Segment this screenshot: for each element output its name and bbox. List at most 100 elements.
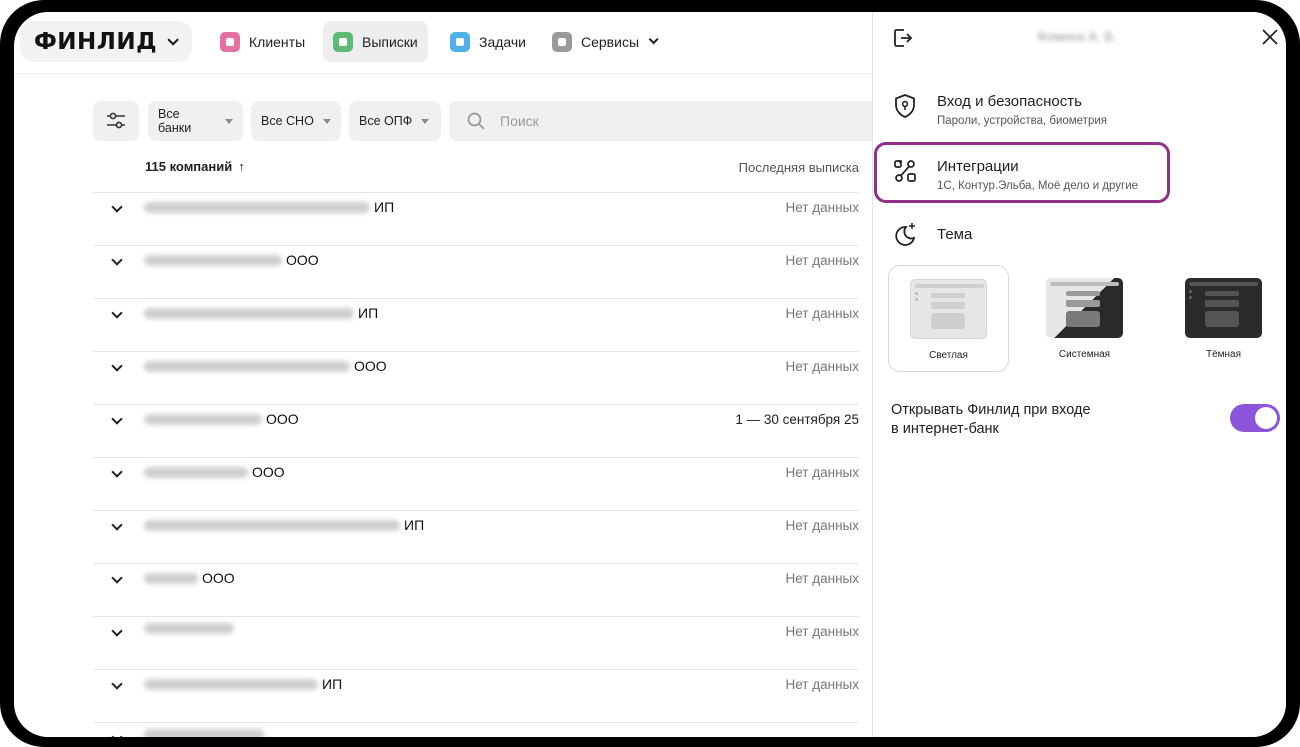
- briefcase-icon: [220, 31, 240, 52]
- chevron-down-icon[interactable]: [111, 572, 123, 584]
- user-name: Фомина А. В.: [1037, 29, 1117, 44]
- chevron-down-icon[interactable]: [111, 413, 123, 425]
- device-frame: ФИНЛИД Клиенты Выписки Задачи Сервисы Вс…: [0, 0, 1300, 747]
- table-row[interactable]: ИП Нет данных: [93, 511, 859, 564]
- last-statement-date: Нет данных: [785, 306, 860, 321]
- theme-option-dark[interactable]: Тёмная: [1163, 265, 1284, 372]
- menu-item-integrations[interactable]: Интеграции 1С, Контур.Эльба, Моё дело и …: [892, 158, 1138, 192]
- company-type: ИП: [358, 305, 379, 321]
- shield-icon: [895, 94, 915, 118]
- company-name: ООО: [144, 411, 299, 427]
- last-statement-date: Нет данных: [785, 359, 860, 374]
- company-type: ИП: [374, 199, 395, 215]
- sno-filter-dropdown[interactable]: Все СНО: [251, 101, 341, 141]
- search-input[interactable]: Поиск: [449, 101, 889, 141]
- table-row[interactable]: [93, 723, 859, 737]
- last-statement-date: Нет данных: [785, 677, 860, 692]
- chevron-down-icon[interactable]: [111, 466, 123, 478]
- dark-theme-preview: [1185, 278, 1262, 338]
- nav-item-services[interactable]: Сервисы: [542, 21, 665, 62]
- table-row[interactable]: ООО Нет данных: [93, 246, 859, 299]
- company-type: ООО: [266, 411, 299, 427]
- company-name: ИП: [144, 676, 342, 692]
- redacted-name: [144, 519, 400, 531]
- last-statement-column-header[interactable]: Последняя выписка: [739, 160, 859, 175]
- theme-option-light[interactable]: Светлая: [888, 265, 1009, 372]
- menu-item-subtitle: 1С, Контур.Эльба, Моё дело и другие: [937, 180, 1139, 192]
- opf-filter-label: Все ОПФ: [359, 114, 413, 128]
- sno-filter-label: Все СНО: [261, 114, 314, 128]
- chevron-down-icon[interactable]: [111, 625, 123, 637]
- nav-item-clients[interactable]: Клиенты: [210, 21, 315, 62]
- open-label-line-1: Открывать Финлид при входе: [891, 402, 1091, 418]
- table-row[interactable]: ООО Нет данных: [93, 352, 859, 405]
- redacted-name: [144, 678, 318, 690]
- company-type: ООО: [202, 570, 235, 586]
- theme-label: Светлая: [929, 350, 968, 361]
- chevron-down-icon[interactable]: [111, 519, 123, 531]
- caret-down-icon: [322, 118, 331, 124]
- table-row[interactable]: ООО Нет данных: [93, 458, 859, 511]
- company-name: [144, 729, 268, 737]
- last-statement-date: Нет данных: [785, 253, 860, 268]
- theme-option-system[interactable]: Системная: [1024, 265, 1145, 372]
- table-row[interactable]: ООО Нет данных: [93, 564, 859, 617]
- nav-item-label: Выписки: [362, 33, 418, 50]
- table-row[interactable]: ИП Нет данных: [93, 670, 859, 723]
- nav-item-statements[interactable]: Выписки: [323, 21, 428, 62]
- chevron-down-icon[interactable]: [111, 254, 123, 266]
- theme-section-header: Тема: [892, 221, 972, 247]
- open-on-bank-login-toggle[interactable]: [1230, 404, 1280, 432]
- filter-settings-button[interactable]: [93, 101, 139, 141]
- redacted-name: [144, 360, 350, 372]
- last-statement-date: Нет данных: [785, 571, 860, 586]
- menu-item-subtitle: Пароли, устройства, биометрия: [937, 115, 1108, 127]
- company-name: ООО: [144, 358, 387, 374]
- last-statement-date: 1 — 30 сентября 25: [735, 412, 859, 427]
- chevron-down-icon[interactable]: [111, 201, 123, 213]
- logout-icon[interactable]: [892, 27, 914, 49]
- company-type: ООО: [286, 252, 319, 268]
- search-icon: [467, 112, 485, 130]
- chevron-down-icon[interactable]: [111, 731, 123, 737]
- company-name: ООО: [144, 464, 285, 480]
- redacted-name: [144, 623, 234, 634]
- company-name: [144, 623, 238, 634]
- last-statement-date: Нет данных: [785, 624, 860, 639]
- open-on-bank-login-label: Открывать Финлид при входе в интернет-ба…: [891, 401, 1091, 439]
- company-type: ООО: [252, 464, 285, 480]
- menu-item-security[interactable]: Вход и безопасность Пароли, устройства, …: [892, 93, 1107, 127]
- company-name: ИП: [144, 199, 394, 215]
- redacted-name: [144, 307, 354, 319]
- nav-item-label: Сервисы: [581, 33, 640, 50]
- banks-filter-label: Все банки: [158, 107, 192, 135]
- table-row[interactable]: ООО 1 — 30 сентября 25: [93, 405, 859, 458]
- banks-filter-dropdown[interactable]: Все банки: [148, 101, 243, 141]
- table-row[interactable]: Нет данных: [93, 617, 859, 670]
- table-row[interactable]: ИП Нет данных: [93, 299, 859, 352]
- nav-item-label: Задачи: [479, 33, 527, 50]
- settings-panel: Фомина А. В. Вход и безопасность Пароли,…: [872, 12, 1286, 737]
- logo-menu-button[interactable]: ФИНЛИД: [20, 21, 192, 62]
- sliders-icon: [107, 112, 125, 129]
- caret-down-icon: [225, 118, 233, 124]
- last-statement-date: Нет данных: [785, 465, 860, 480]
- grid-icon: [552, 31, 572, 52]
- company-count: 115 компаний: [145, 159, 233, 174]
- close-icon[interactable]: [1261, 28, 1279, 46]
- system-theme-preview: [1046, 278, 1123, 338]
- company-type: ИП: [404, 517, 425, 533]
- theme-label: Тёмная: [1205, 349, 1242, 360]
- toggle-knob: [1255, 407, 1277, 429]
- company-count-sort[interactable]: 115 компаний ↑: [145, 159, 245, 174]
- app-screen: ФИНЛИД Клиенты Выписки Задачи Сервисы Вс…: [14, 12, 1286, 737]
- stack-icon: [450, 31, 470, 52]
- chevron-down-icon[interactable]: [111, 360, 123, 372]
- chevron-down-icon[interactable]: [111, 307, 123, 319]
- chevron-down-icon[interactable]: [111, 678, 123, 690]
- integration-icon: [894, 160, 916, 182]
- opf-filter-dropdown[interactable]: Все ОПФ: [349, 101, 441, 141]
- table-row[interactable]: ИП Нет данных: [93, 193, 859, 246]
- theme-title: Тема: [937, 225, 973, 243]
- nav-item-tasks[interactable]: Задачи: [440, 21, 536, 62]
